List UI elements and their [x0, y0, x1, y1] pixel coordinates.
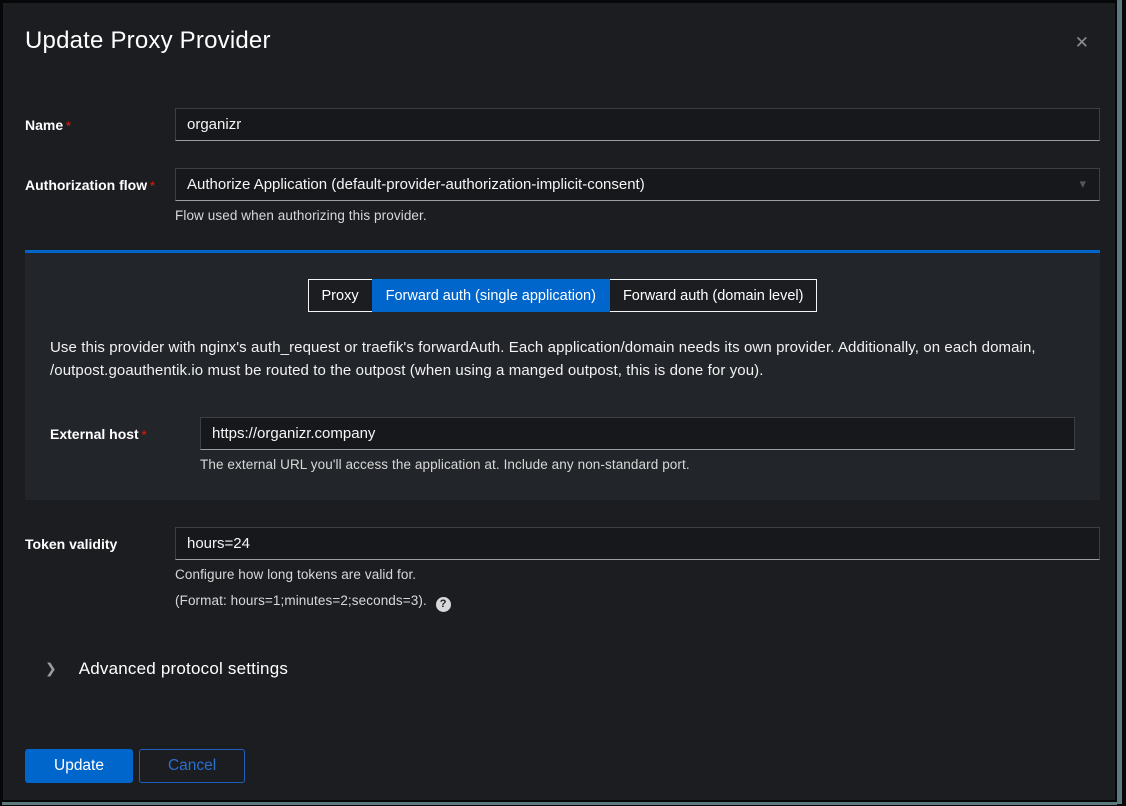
authorization-flow-label: Authorization flow* — [25, 168, 175, 193]
name-label-text: Name — [25, 117, 63, 133]
chevron-down-icon: ▾ — [1079, 177, 1086, 190]
token-validity-help-2-text: (Format: hours=1;minutes=2;seconds=3). — [175, 593, 427, 608]
required-marker: * — [66, 119, 71, 133]
help-question-icon[interactable]: ? — [436, 597, 451, 612]
token-validity-control: Configure how long tokens are valid for.… — [175, 527, 1100, 612]
tab-forward-auth-domain[interactable]: Forward auth (domain level) — [609, 279, 818, 312]
token-validity-help-2: (Format: hours=1;minutes=2;seconds=3). ? — [175, 593, 1100, 612]
tab-proxy[interactable]: Proxy — [308, 279, 373, 312]
token-validity-help-1: Configure how long tokens are valid for. — [175, 567, 1100, 582]
external-host-label-text: External host — [50, 426, 139, 442]
external-host-row: External host* The external URL you'll a… — [50, 417, 1075, 472]
authorization-flow-help: Flow used when authorizing this provider… — [175, 208, 1100, 223]
proxy-mode-card: Proxy Forward auth (single application) … — [25, 250, 1100, 500]
authorization-flow-select[interactable]: Authorize Application (default-provider-… — [175, 168, 1100, 201]
token-validity-input[interactable] — [175, 527, 1100, 560]
modal-body: Name* Authorization flow* Authorize Appl… — [3, 108, 1115, 783]
name-input[interactable] — [175, 108, 1100, 141]
advanced-protocol-settings-label: Advanced protocol settings — [79, 659, 288, 679]
authorization-flow-label-text: Authorization flow — [25, 177, 147, 193]
update-button[interactable]: Update — [25, 749, 133, 783]
token-validity-label-text: Token validity — [25, 536, 117, 552]
frame-edge-bottom — [2, 802, 1117, 805]
tab-forward-auth-single[interactable]: Forward auth (single application) — [372, 279, 610, 312]
update-proxy-provider-modal: Update Proxy Provider ✕ Name* Authorizat… — [3, 3, 1115, 800]
external-host-control: The external URL you'll access the appli… — [200, 417, 1075, 472]
screenshot-frame: Update Proxy Provider ✕ Name* Authorizat… — [0, 0, 1126, 806]
frame-edge-right — [1117, 0, 1122, 804]
close-icon[interactable]: ✕ — [1069, 29, 1095, 58]
name-field-row: Name* — [25, 108, 1100, 141]
authorization-flow-row: Authorization flow* Authorize Applicatio… — [25, 168, 1100, 223]
cancel-button[interactable]: Cancel — [139, 749, 245, 783]
modal-actions: Update Cancel — [25, 749, 1100, 783]
chevron-right-icon: ❯ — [45, 661, 57, 677]
token-validity-label: Token validity — [25, 527, 175, 552]
advanced-protocol-settings-toggle[interactable]: ❯ Advanced protocol settings — [25, 659, 1100, 679]
external-host-label: External host* — [50, 417, 200, 442]
mode-description: Use this provider with nginx's auth_requ… — [50, 336, 1075, 382]
authorization-flow-selected-value: Authorize Application (default-provider-… — [187, 176, 645, 193]
modal-header: Update Proxy Provider ✕ — [3, 3, 1115, 58]
proxy-mode-tabs: Proxy Forward auth (single application) … — [50, 279, 1075, 312]
required-marker: * — [142, 428, 147, 442]
authorization-flow-control: Authorize Application (default-provider-… — [175, 168, 1100, 223]
token-validity-row: Token validity Configure how long tokens… — [25, 527, 1100, 612]
external-host-help: The external URL you'll access the appli… — [200, 457, 1075, 472]
page-title: Update Proxy Provider — [25, 27, 271, 55]
external-host-input[interactable] — [200, 417, 1075, 450]
required-marker: * — [150, 179, 155, 193]
name-control — [175, 108, 1100, 141]
name-label: Name* — [25, 108, 175, 133]
